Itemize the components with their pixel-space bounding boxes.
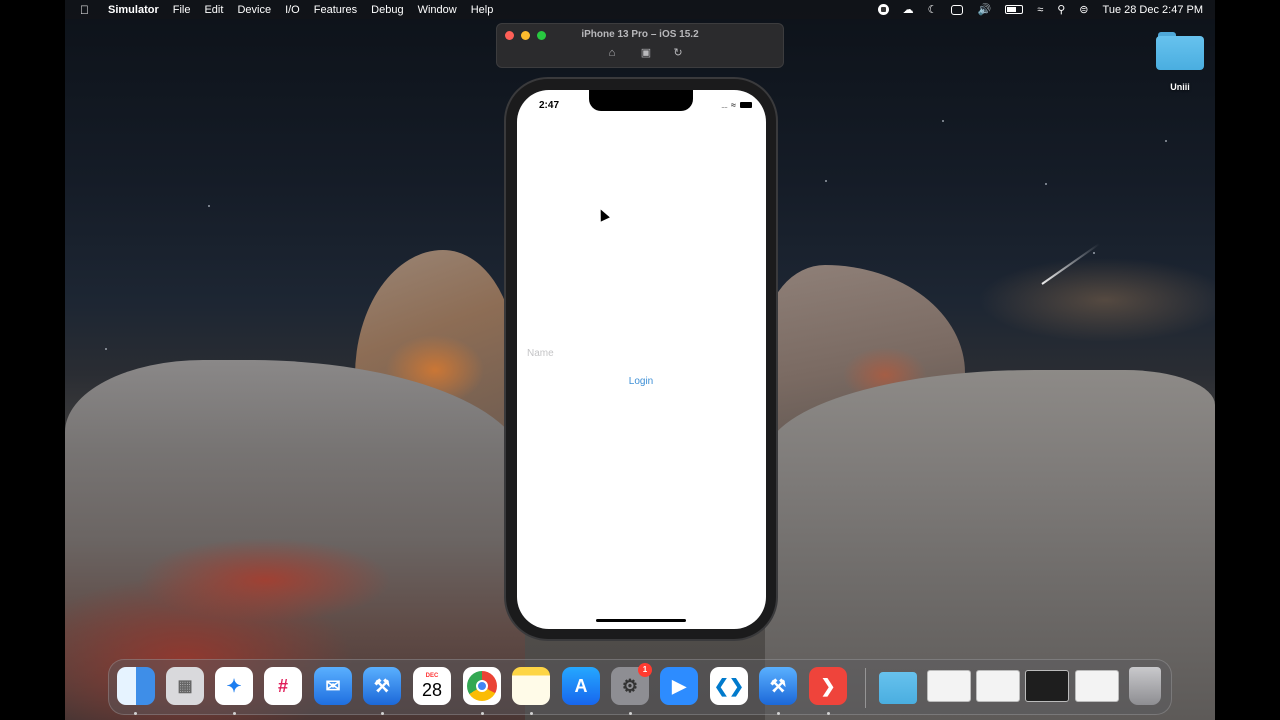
running-indicator [134,712,137,715]
star [825,180,827,182]
menu-file[interactable]: File [173,4,191,16]
desktop-folder[interactable]: Uniii [1154,30,1206,92]
menu-debug[interactable]: Debug [371,4,403,16]
notes-icon[interactable] [512,667,550,705]
calendar-month: DEC [425,672,439,679]
star [105,348,107,350]
name-input[interactable] [527,348,707,359]
menu-device[interactable]: Device [237,4,271,16]
desktop-folder-label: Uniii [1170,82,1190,92]
xcode-icon[interactable]: ⚒ [363,667,401,705]
search-icon[interactable]: ⚲ [1057,3,1065,16]
running-indicator [827,712,830,715]
anydesk-icon[interactable]: ❯ [809,667,847,705]
minimized-window-thumbnail[interactable] [1075,670,1119,702]
cloud-icon[interactable]: ☁ [903,3,914,16]
login-button[interactable]: Login [617,376,665,387]
comet [1041,243,1100,285]
apple-menu-icon[interactable]:  [80,3,94,17]
iphone-screen: 2:47 .... ≈ Login [517,90,766,629]
safari-icon[interactable]: ✦ [215,667,253,705]
launchpad-icon[interactable]: ▦ [166,667,204,705]
moon-icon[interactable]: ☾ [928,3,938,16]
star [1045,183,1047,185]
notification-badge: 1 [638,663,652,677]
menu-io[interactable]: I/O [285,4,300,16]
ios-status-time: 2:47 [539,100,560,111]
system-preferences-icon[interactable]: ⚙ 1 [611,663,652,705]
menu-bar:  Simulator File Edit Device I/O Feature… [65,0,1215,19]
vscode-icon[interactable]: ❮❯ [710,667,748,705]
simulator-title: iPhone 13 Pro – iOS 15.2 [581,29,699,40]
screenshot-icon[interactable]: ▣ [639,47,653,59]
rotate-icon[interactable]: ↻ [671,47,685,59]
star [942,120,944,122]
slack-icon[interactable]: # [264,667,302,705]
running-indicator [629,712,632,715]
menu-edit[interactable]: Edit [204,4,223,16]
downloads-folder-icon[interactable] [879,672,917,704]
control-center-icon[interactable]: ⊜ [1079,3,1088,16]
menu-features[interactable]: Features [314,4,357,16]
star [1165,140,1167,142]
finder-icon[interactable] [117,667,155,705]
running-indicator [530,712,533,715]
running-indicator [777,712,780,715]
simulator-icon[interactable]: ⚒ [759,667,797,705]
ios-wifi-icon: ≈ [731,100,736,110]
app-store-icon[interactable]: A [562,667,600,705]
wifi-icon[interactable]: ≈ [1037,4,1043,16]
menu-window[interactable]: Window [418,4,457,16]
minimized-window-thumbnail[interactable] [927,670,971,702]
battery-icon[interactable] [1005,5,1024,14]
trash-icon[interactable] [1129,667,1161,705]
zoom-icon[interactable]: ▶ [660,667,698,705]
mail-icon[interactable]: ✉ [314,667,352,705]
ios-battery-icon [740,102,752,108]
iphone-notch [589,90,693,111]
running-indicator [481,712,484,715]
menu-help[interactable]: Help [471,4,494,16]
status-area: ☁ ☾ 🔊 ≈ ⚲ ⊜ Tue 28 Dec 2:47 PM [877,0,1203,19]
ios-status-icons: .... ≈ [721,100,752,110]
folder-icon [1156,30,1204,70]
simulator-titlebar[interactable]: iPhone 13 Pro – iOS 15.2 ⌂ ▣ ↻ [496,23,784,68]
volume-icon[interactable]: 🔊 [977,3,991,16]
calendar-day: 28 [421,679,443,700]
minimized-window-thumbnail[interactable] [1025,670,1069,702]
running-indicator [233,712,236,715]
menu-app-name[interactable]: Simulator [108,4,159,16]
running-indicator [381,712,384,715]
star [1093,252,1095,254]
screen-record-icon[interactable] [877,4,889,15]
dock-separator [865,668,866,708]
minimized-window-thumbnail[interactable] [976,670,1020,702]
dock: ▦ ✦ # ✉ ⚒ DEC 28 A ⚙ 1 ▶ ❮❯ ⚒ ❯ [108,659,1172,715]
clipboard-icon[interactable] [951,4,964,15]
home-indicator[interactable] [596,619,686,622]
star [208,205,210,207]
calendar-icon[interactable]: DEC 28 [413,667,451,705]
menu-clock[interactable]: Tue 28 Dec 2:47 PM [1103,4,1203,16]
home-icon[interactable]: ⌂ [605,47,619,59]
chrome-icon[interactable] [463,667,501,705]
cellular-signal-icon: .... [721,100,728,110]
